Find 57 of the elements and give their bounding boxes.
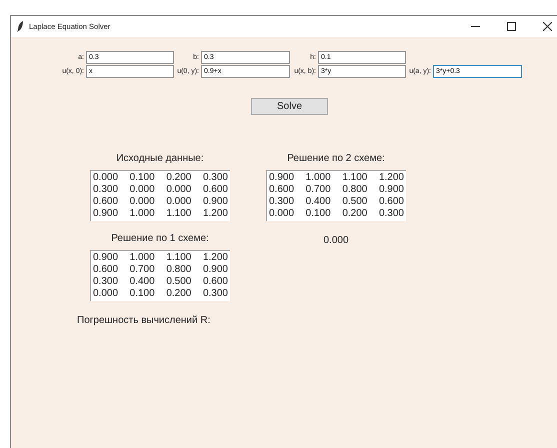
matrix-cell: 1.100 bbox=[166, 252, 192, 264]
matrix-cell: 1.100 bbox=[342, 172, 368, 184]
matrix-cell: 0.000 bbox=[166, 196, 192, 208]
matrix-cell: 0.300 bbox=[93, 184, 118, 196]
matrix-cell: 0.500 bbox=[166, 276, 192, 288]
matrix-cell: 0.300 bbox=[378, 208, 404, 220]
close-icon[interactable] bbox=[543, 22, 552, 31]
matrix-cell: 0.200 bbox=[166, 172, 192, 184]
solve-button[interactable]: Solve bbox=[251, 98, 328, 115]
matrix-cell: 1.000 bbox=[306, 172, 331, 184]
matrix-cell: 0.900 bbox=[93, 252, 118, 264]
matrix-cell: 0.800 bbox=[166, 264, 192, 276]
matrix-cell: 0.200 bbox=[342, 208, 368, 220]
error-label: Погрешность вычислений R: bbox=[77, 315, 210, 326]
matrix-cell: 0.600 bbox=[269, 184, 294, 196]
matrix-cell: 0.200 bbox=[166, 288, 192, 300]
matrix-cell: 0.900 bbox=[93, 208, 118, 220]
matrix-cell: 0.600 bbox=[202, 184, 228, 196]
matrix-cell: 0.300 bbox=[202, 172, 228, 184]
matrix-cell: 0.900 bbox=[378, 184, 404, 196]
matrix-cell: 1.000 bbox=[130, 208, 155, 220]
matrix-cell: 0.600 bbox=[93, 196, 118, 208]
matrix-cell: 0.700 bbox=[130, 264, 155, 276]
matrix-cell: 0.500 bbox=[342, 196, 368, 208]
matrix-cell: 0.300 bbox=[269, 196, 294, 208]
matrix-cell: 0.800 bbox=[342, 184, 368, 196]
matrix-cell: 0.100 bbox=[130, 172, 155, 184]
matrix-cell: 0.300 bbox=[93, 276, 118, 288]
matrix-cell: 0.400 bbox=[130, 276, 155, 288]
matrix-cell: 0.000 bbox=[130, 184, 155, 196]
matrix-cell: 0.600 bbox=[202, 276, 228, 288]
matrix-cell: 0.100 bbox=[130, 288, 155, 300]
matrix-cell: 0.100 bbox=[306, 208, 331, 220]
matrix-cell: 0.000 bbox=[93, 288, 118, 300]
matrix-cell: 1.100 bbox=[166, 208, 192, 220]
maximize-icon[interactable] bbox=[507, 22, 516, 31]
matrix-heading: Решение по 1 схеме: bbox=[111, 233, 209, 244]
matrix-cell: 0.000 bbox=[166, 184, 192, 196]
matrix-cell: 1.200 bbox=[378, 172, 404, 184]
matrix-cell: 0.000 bbox=[130, 196, 155, 208]
matrix-cell: 0.900 bbox=[269, 172, 294, 184]
feather-icon bbox=[17, 21, 24, 32]
matrix-cell: 0.000 bbox=[269, 208, 294, 220]
matrix-cell: 0.600 bbox=[93, 264, 118, 276]
matrix-cell: 1.000 bbox=[130, 252, 155, 264]
error-value: 0.000 bbox=[323, 235, 349, 246]
matrix-heading: Исходные данные: bbox=[116, 153, 204, 164]
matrix-cell: 0.000 bbox=[93, 172, 118, 184]
matrix-cell: 0.900 bbox=[202, 264, 228, 276]
matrix-heading: Решение по 2 схеме: bbox=[287, 153, 385, 164]
matrix-cell: 0.700 bbox=[306, 184, 331, 196]
matrix-cell: 0.300 bbox=[202, 288, 228, 300]
matrix-cell: 0.600 bbox=[378, 196, 404, 208]
matrix-cell: 1.200 bbox=[202, 208, 228, 220]
matrix-cell: 1.200 bbox=[202, 252, 228, 264]
matrix-cell: 0.900 bbox=[202, 196, 228, 208]
matrix-cell: 0.400 bbox=[306, 196, 331, 208]
